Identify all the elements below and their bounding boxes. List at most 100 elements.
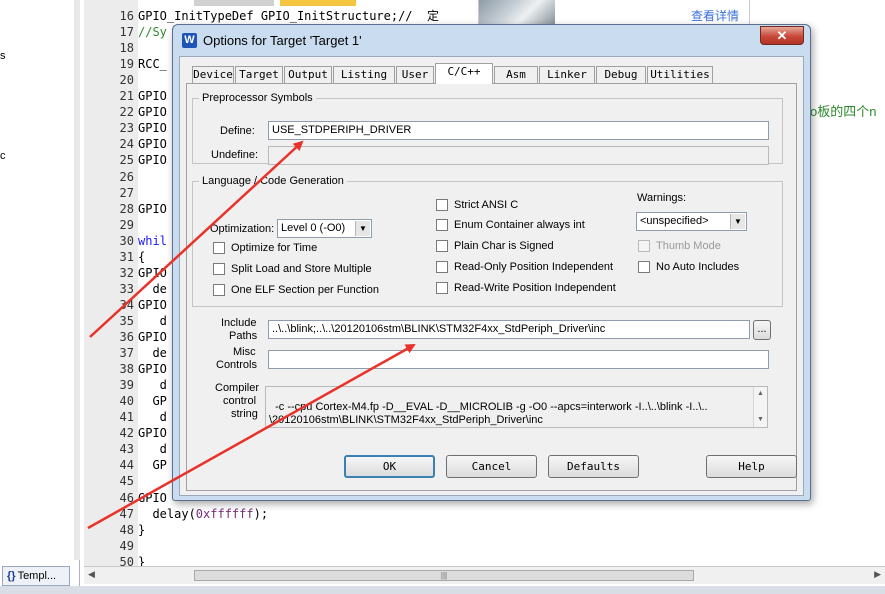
help-button[interactable]: Help — [706, 455, 797, 478]
code-line[interactable]: 32 GPIO — [84, 265, 167, 281]
tab-debug[interactable]: Debug — [596, 66, 646, 83]
misc-controls-field[interactable] — [268, 350, 769, 369]
one-elf-section-checkbox[interactable]: One ELF Section per Function — [213, 284, 379, 298]
tab-device[interactable]: Device — [192, 66, 234, 83]
close-button[interactable]: ✕ — [760, 26, 804, 45]
tab-listing[interactable]: Listing — [333, 66, 395, 83]
checkbox-box[interactable] — [638, 240, 650, 253]
code-line[interactable]: 27 — [84, 185, 138, 201]
read-only-pi-checkbox[interactable]: Read-Only Position Independent — [436, 261, 613, 275]
define-field[interactable]: USE_STDPERIPH_DRIVER — [268, 121, 769, 140]
checkbox-box[interactable] — [436, 219, 448, 232]
misc-controls-label: Controls — [216, 359, 257, 371]
code-line[interactable]: 26 — [84, 169, 138, 185]
code-line[interactable]: 19 RCC_ — [84, 56, 167, 72]
code-text: GPIO — [134, 89, 167, 103]
code-text: GPIO — [134, 105, 167, 119]
code-line[interactable]: 29 — [84, 217, 138, 233]
code-line[interactable]: 47 delay(0xffffff); — [84, 506, 269, 522]
code-line[interactable]: 20 — [84, 72, 138, 88]
code-line[interactable]: 23 GPIO — [84, 120, 167, 136]
browse-include-paths-button[interactable]: ... — [753, 320, 771, 340]
checkbox-box[interactable] — [213, 242, 225, 255]
checkbox-box[interactable] — [436, 199, 448, 212]
tab-c-cpp[interactable]: C/C++ — [435, 63, 493, 84]
checkbox-box[interactable] — [213, 263, 225, 276]
code-line[interactable]: 45 — [84, 473, 138, 489]
code-line[interactable]: 43 d — [84, 441, 167, 457]
code-line[interactable]: 28 GPIO — [84, 201, 167, 217]
checkbox-box[interactable] — [436, 261, 448, 274]
ok-button[interactable]: OK — [344, 455, 435, 478]
checkbox-box[interactable] — [638, 261, 650, 274]
include-paths-field[interactable]: ..\..\blink;..\..\20120106stm\BLINK\STM3… — [268, 320, 750, 339]
editor-file-tab-active[interactable] — [280, 0, 356, 6]
code-line[interactable]: 42 GPIO — [84, 425, 167, 441]
tab-asm[interactable]: Asm — [494, 66, 538, 83]
scroll-right-arrow-icon[interactable]: ▶ — [874, 569, 881, 580]
code-line[interactable]: 21 GPIO — [84, 88, 167, 104]
code-line[interactable]: 34 GPIO — [84, 297, 167, 313]
tab-utilities[interactable]: Utilities — [647, 66, 713, 83]
code-line[interactable]: 44 GP — [84, 457, 167, 473]
undefine-field[interactable] — [268, 146, 769, 165]
checkbox-box[interactable] — [436, 240, 448, 253]
code-line[interactable]: 24 GPIO — [84, 136, 167, 152]
code-line[interactable]: 37 de — [84, 345, 167, 361]
plain-char-signed-checkbox[interactable]: Plain Char is Signed — [436, 240, 554, 254]
no-auto-includes-checkbox[interactable]: No Auto Includes — [638, 261, 739, 275]
code-line[interactable]: 48} — [84, 522, 146, 538]
code-line[interactable]: 49 — [84, 538, 138, 554]
line-number: 18 — [119, 41, 134, 56]
cancel-button[interactable]: Cancel — [446, 455, 537, 478]
dialog-titlebar[interactable]: W Options for Target 'Target 1' ✕ — [173, 25, 810, 55]
code-line[interactable]: 22 GPIO — [84, 104, 167, 120]
code-line[interactable]: 31 { — [84, 249, 146, 265]
editor-horizontal-scrollbar[interactable]: ◀ ||| ▶ — [84, 566, 885, 584]
line-number: 16 — [119, 9, 134, 23]
tab-linker[interactable]: Linker — [539, 66, 595, 83]
code-text: whil — [134, 234, 167, 248]
enum-container-checkbox[interactable]: Enum Container always int — [436, 219, 585, 233]
chevron-down-icon[interactable]: ▼ — [355, 221, 370, 236]
compiler-control-label: string — [231, 408, 258, 420]
code-line[interactable]: 25 GPIO — [84, 152, 167, 168]
code-line[interactable]: 17 //Sy — [84, 24, 167, 40]
chevron-down-icon[interactable]: ▼ — [730, 214, 745, 229]
tab-user[interactable]: User — [396, 66, 434, 83]
scrollbar-thumb[interactable]: ||| — [194, 570, 694, 581]
code-line[interactable]: 41 d — [84, 409, 167, 425]
compiler-control-string-field[interactable]: -c --cpu Cortex-M4.fp -D__EVAL -D__MICRO… — [265, 386, 768, 428]
project-tree-fragment: s — [0, 50, 6, 62]
strict-ansi-c-checkbox[interactable]: Strict ANSI C — [436, 199, 518, 213]
code-line[interactable]: 16 GPIO_InitTypeDef GPIO_InitStructure;//… — [84, 8, 439, 24]
project-panel-scrollbar[interactable] — [74, 0, 80, 560]
optimize-for-time-checkbox[interactable]: Optimize for Time — [213, 242, 317, 256]
read-write-pi-checkbox[interactable]: Read-Write Position Independent — [436, 282, 616, 296]
scroll-left-arrow-icon[interactable]: ◀ — [88, 569, 95, 580]
tab-output[interactable]: Output — [284, 66, 332, 83]
templates-tab[interactable]: {} Templ... — [2, 566, 70, 586]
thumb-mode-checkbox[interactable]: Thumb Mode — [638, 240, 721, 254]
checkbox-box[interactable] — [436, 282, 448, 295]
code-line[interactable]: 38 GPIO — [84, 361, 167, 377]
tab-target[interactable]: Target — [235, 66, 283, 83]
editor-file-tab[interactable] — [194, 0, 274, 6]
code-line[interactable]: 40 GP — [84, 393, 167, 409]
code-line[interactable]: 18 — [84, 40, 138, 56]
warnings-select[interactable]: <unspecified> ▼ — [636, 212, 747, 231]
compiler-string-scrollbar[interactable]: ▲ ▼ — [753, 387, 767, 427]
code-line[interactable]: 30 whil — [84, 233, 167, 249]
optimization-select[interactable]: Level 0 (-O0) ▼ — [277, 219, 372, 238]
checkbox-box[interactable] — [213, 284, 225, 297]
code-line[interactable]: 46 GPIO — [84, 490, 167, 506]
code-line[interactable]: 35 d — [84, 313, 167, 329]
split-load-store-checkbox[interactable]: Split Load and Store Multiple — [213, 263, 372, 277]
defaults-button[interactable]: Defaults — [548, 455, 639, 478]
code-line[interactable]: 36 GPIO — [84, 329, 167, 345]
view-details-link[interactable]: 查看详情 — [691, 7, 739, 24]
code-line[interactable]: 33 de — [84, 281, 167, 297]
code-line[interactable]: 39 d — [84, 377, 167, 393]
